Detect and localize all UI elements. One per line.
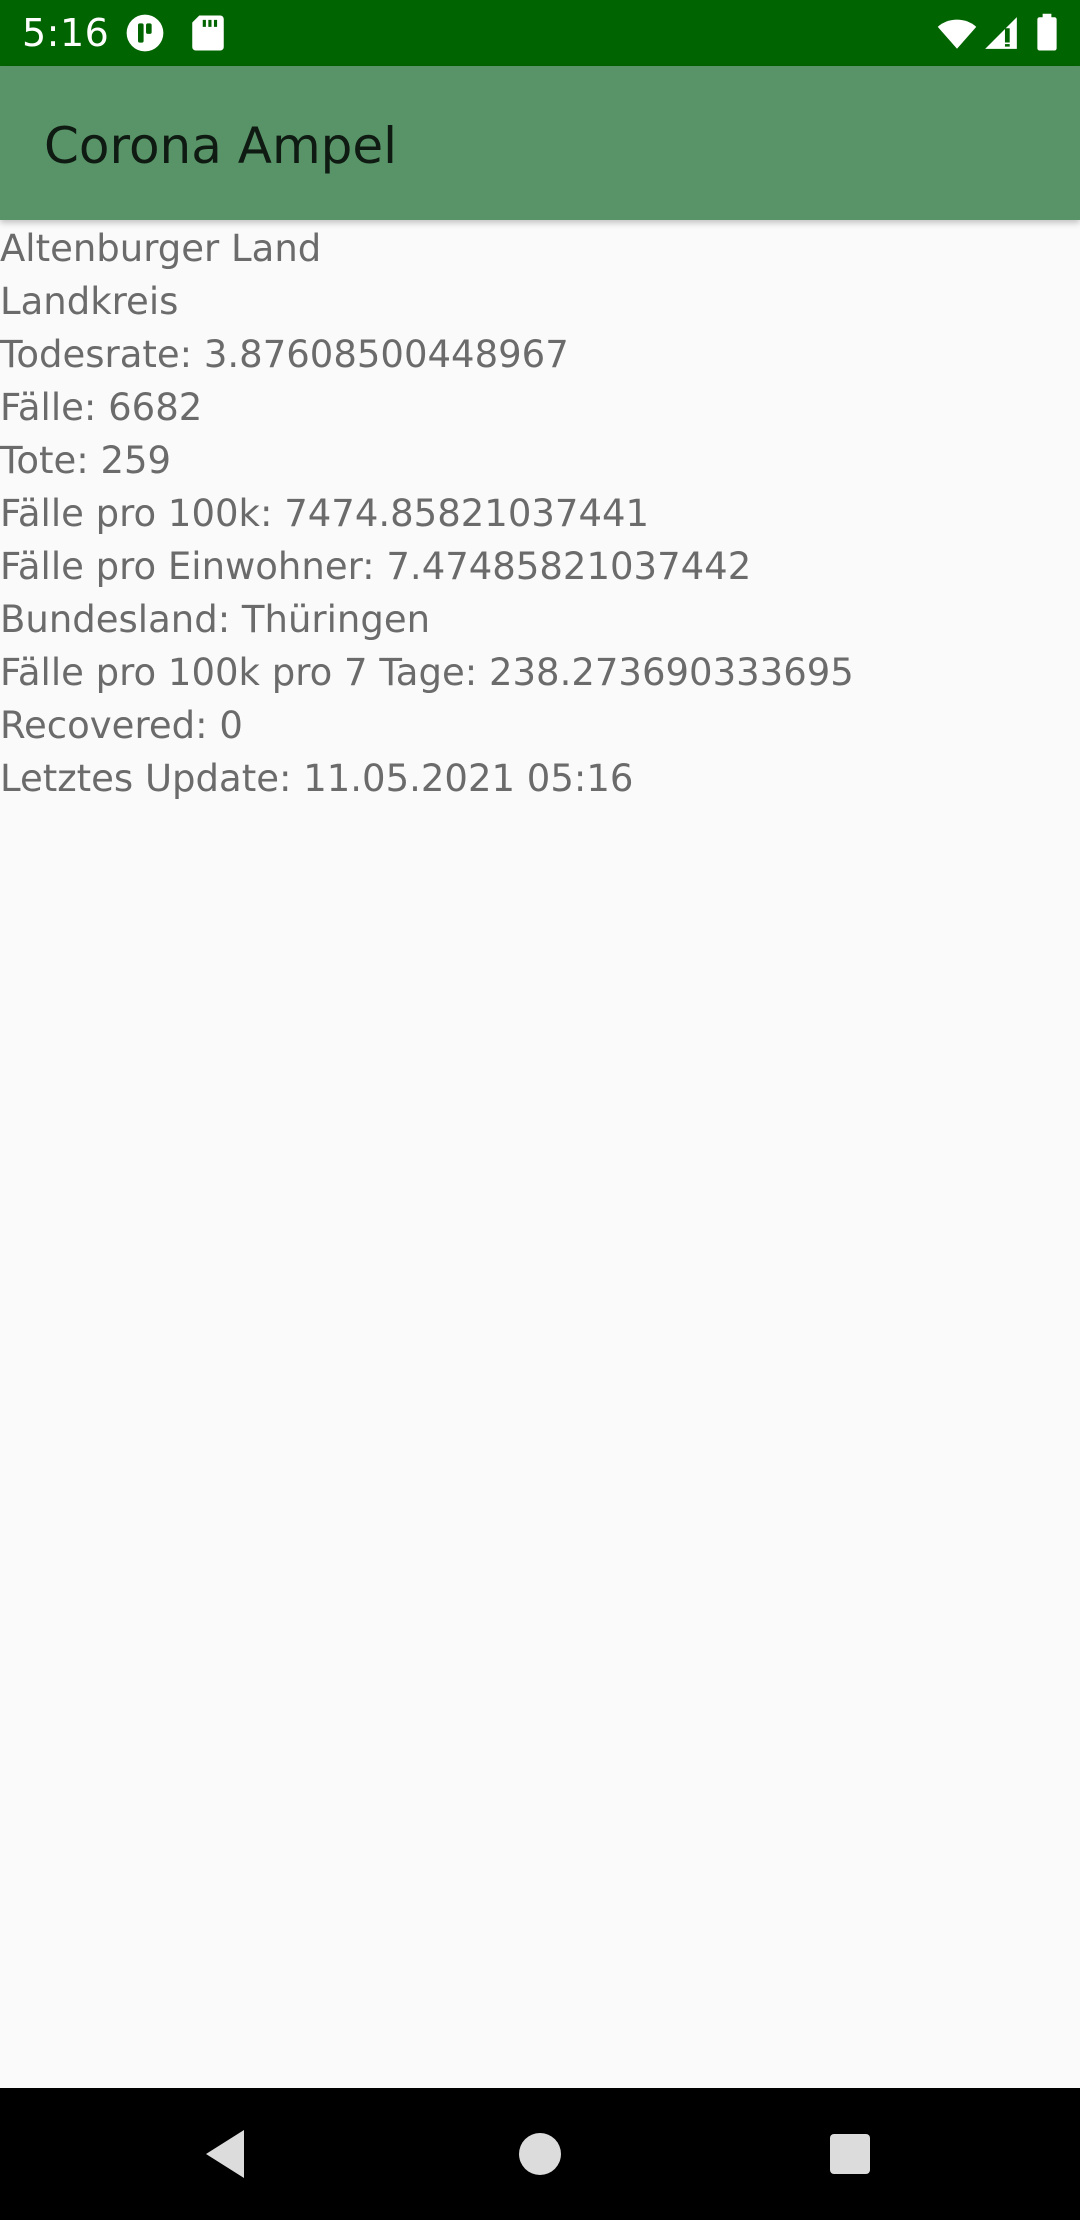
status-bar: 5:16 bbox=[0, 0, 1080, 66]
last-update: Letztes Update: 11.05.2021 05:16 bbox=[0, 757, 634, 800]
navigation-bar bbox=[0, 2088, 1080, 2220]
screen: 5:16 Corona Ampel Altenburger Land Landk… bbox=[0, 0, 1080, 2220]
sd-card-icon bbox=[187, 12, 229, 54]
cell-signal-icon bbox=[982, 12, 1020, 54]
district-info: Altenburger Land Landkreis Todesrate: 3.… bbox=[0, 222, 1080, 805]
district-type: Landkreis bbox=[0, 280, 179, 323]
app-bar: Corona Ampel bbox=[0, 66, 1080, 220]
pocket-icon bbox=[124, 12, 166, 54]
federal-state: Bundesland: Thüringen bbox=[0, 598, 431, 641]
recents-icon[interactable] bbox=[810, 2114, 890, 2194]
cases: Fälle: 6682 bbox=[0, 386, 203, 429]
back-icon[interactable] bbox=[188, 2114, 268, 2194]
wifi-icon bbox=[935, 12, 979, 54]
deaths: Tote: 259 bbox=[0, 439, 172, 482]
app-title: Corona Ampel bbox=[44, 117, 398, 175]
cases-per-100k: Fälle pro 100k: 7474.85821037441 bbox=[0, 492, 650, 535]
cases-per-inhabitant: Fälle pro Einwohner: 7.47485821037442 bbox=[0, 545, 752, 588]
home-icon[interactable] bbox=[500, 2114, 580, 2194]
battery-icon bbox=[1032, 12, 1062, 54]
district-name: Altenburger Land bbox=[0, 227, 322, 270]
cases-per-100k-7-days: Fälle pro 100k pro 7 Tage: 238.273690333… bbox=[0, 651, 854, 694]
death-rate: Todesrate: 3.87608500448967 bbox=[0, 333, 569, 376]
recovered: Recovered: 0 bbox=[0, 704, 243, 747]
status-time: 5:16 bbox=[22, 11, 110, 55]
